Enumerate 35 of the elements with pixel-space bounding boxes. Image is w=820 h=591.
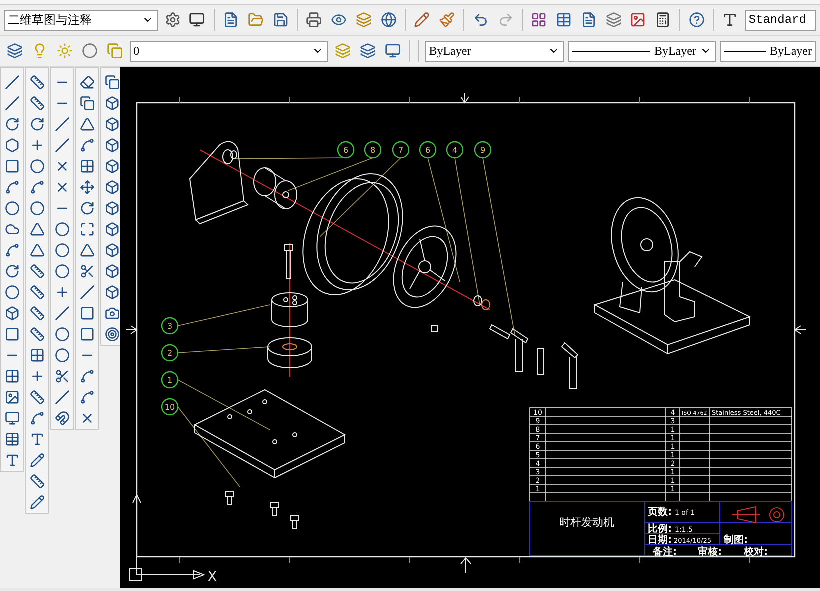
balloon: 6 xyxy=(337,141,355,159)
center-arrow-right xyxy=(794,326,806,334)
workspace-dropdown[interactable]: 二维草图与注释 xyxy=(4,10,158,30)
center-arrow-bottom xyxy=(460,557,472,574)
center-arrow-top xyxy=(460,92,470,104)
drawn-by-label: 制图: xyxy=(724,535,748,546)
balloon: 1 xyxy=(161,371,179,389)
balloon: 4 xyxy=(446,141,464,159)
linetype-dropdown[interactable]: ByLayer xyxy=(568,40,716,62)
text-style-field[interactable]: Standard xyxy=(744,10,816,30)
screw-drawing xyxy=(284,244,294,280)
balloon: 8 xyxy=(364,141,382,159)
axis-label: X xyxy=(208,570,217,585)
proofread-label: 校对: xyxy=(744,547,768,558)
projection-cone-icon xyxy=(732,506,760,524)
lineweight-dropdown[interactable]: ByLayer xyxy=(720,40,816,62)
center-arrow-left xyxy=(126,326,138,334)
shaft-drawing xyxy=(474,296,490,310)
balloon: 2 xyxy=(161,344,179,362)
projection-target-icon xyxy=(770,508,784,522)
balloon: 9 xyxy=(474,141,492,159)
layer-dropdown[interactable]: 0 xyxy=(130,40,328,62)
color-dropdown[interactable]: ByLayer xyxy=(425,40,564,62)
grip-square xyxy=(432,326,438,332)
drawing-title: 时杆发动机 xyxy=(560,516,614,529)
notes-label: 备注: xyxy=(653,547,677,558)
cylinder-block-drawing xyxy=(272,292,308,328)
checked-label: 审核: xyxy=(698,547,722,558)
balloon: 6 xyxy=(419,141,437,159)
ucs-axis-icon xyxy=(130,494,206,582)
cylinder-drawing xyxy=(254,168,298,210)
disc-drawing xyxy=(268,338,312,368)
balloon: 10 xyxy=(161,398,179,416)
balloon: 3 xyxy=(161,317,179,335)
balloon: 7 xyxy=(392,141,410,159)
